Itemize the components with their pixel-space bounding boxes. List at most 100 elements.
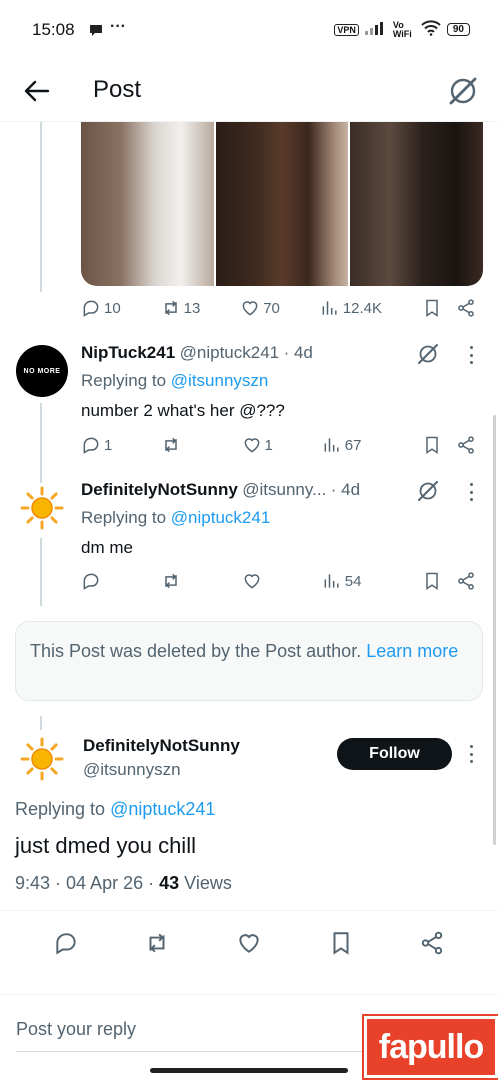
wifi-icon — [421, 20, 441, 39]
share-icon[interactable] — [456, 435, 476, 455]
battery-icon: 90 — [446, 23, 470, 36]
user-handle[interactable]: @itsunnyszn — [83, 760, 181, 780]
repost-icon[interactable] — [144, 930, 170, 956]
sun-icon — [20, 486, 64, 530]
bookmark-icon[interactable] — [422, 435, 442, 455]
reply-input[interactable]: Post your reply — [16, 1019, 136, 1040]
thread-line — [40, 716, 42, 730]
post-time: · 4d — [283, 343, 313, 362]
replying-prefix: Replying to — [15, 799, 106, 819]
post-timestamp[interactable]: 9:43 · 04 Apr 26 · — [15, 873, 154, 893]
deleted-notice-text: This Post was deleted by the Post author… — [30, 641, 362, 661]
user-handle[interactable]: @niptuck241 — [180, 343, 280, 362]
watermark-logo: fapullo — [362, 1014, 498, 1080]
share-icon[interactable] — [456, 298, 476, 318]
display-name[interactable]: DefinitelyNotSunny — [81, 480, 238, 499]
arrow-left-icon[interactable] — [22, 76, 52, 106]
share-icon[interactable] — [456, 571, 476, 591]
replying-prefix: Replying to — [81, 508, 167, 527]
replying-prefix: Replying to — [81, 371, 167, 390]
follow-button[interactable]: Follow — [337, 738, 452, 770]
chat-bubble-icon — [88, 22, 104, 43]
views-count: 43 — [159, 873, 180, 893]
post-text: just dmed you chill — [15, 833, 196, 858]
reply-icon — [83, 300, 99, 317]
replying-to: Replying to @niptuck241 — [81, 508, 270, 528]
signal-icon — [364, 21, 387, 38]
replying-to-link[interactable]: @niptuck241 — [171, 508, 271, 527]
replying-to-link[interactable]: @itsunnyszn — [171, 371, 269, 390]
reply-icon — [83, 573, 99, 590]
bookmark-share-group — [422, 298, 476, 318]
reply-icon[interactable] — [53, 930, 79, 956]
avatar[interactable] — [16, 733, 68, 785]
reply-actions: 54 — [81, 571, 476, 591]
learn-more-link[interactable]: Learn more — [366, 641, 458, 661]
grok-icon[interactable] — [416, 479, 440, 508]
sun-icon — [20, 737, 64, 781]
repost-button[interactable]: 13 — [161, 298, 200, 318]
display-name[interactable]: DefinitelyNotSunny — [83, 736, 240, 756]
views-icon — [324, 438, 339, 452]
share-icon[interactable] — [419, 930, 445, 956]
like-button[interactable]: 1 — [242, 435, 283, 455]
replying-to-link[interactable]: @niptuck241 — [110, 799, 215, 819]
more-options-icon[interactable] — [469, 346, 473, 364]
more-options-icon[interactable] — [469, 483, 473, 501]
divider — [0, 910, 498, 911]
reply-text: number 2 what's her @??? — [81, 401, 285, 420]
scrollbar[interactable] — [493, 415, 496, 845]
thread-line — [40, 122, 42, 292]
avatar[interactable]: NO MORE — [16, 345, 68, 397]
bookmark-icon[interactable] — [422, 298, 442, 318]
more-options-icon[interactable] — [469, 745, 473, 763]
avatar[interactable] — [16, 482, 68, 534]
status-time: 15:08 — [32, 20, 75, 39]
media-image-3[interactable] — [350, 122, 483, 286]
reply-button[interactable]: 1 — [81, 435, 122, 455]
reply-actions: 1 1 67 — [81, 435, 476, 455]
media-image-1[interactable] — [81, 122, 214, 286]
repost-button[interactable] — [161, 571, 202, 591]
reply-text: dm me — [81, 538, 133, 557]
views-count: 67 — [344, 436, 362, 454]
grok-icon[interactable] — [446, 74, 480, 108]
media-image-2[interactable] — [215, 122, 349, 286]
grok-icon[interactable] — [416, 342, 440, 371]
like-count: 1 — [264, 436, 273, 454]
home-indicator[interactable] — [150, 1068, 348, 1073]
user-handle[interactable]: @itsunny... — [242, 480, 326, 499]
bookmark-icon[interactable] — [328, 930, 354, 956]
display-name[interactable]: NipTuck241 — [81, 343, 175, 362]
views-button[interactable]: 54 — [322, 571, 383, 591]
views-button[interactable]: 12.4K — [320, 298, 382, 318]
reply-button[interactable] — [81, 571, 122, 591]
media-grid[interactable] — [81, 122, 483, 286]
reply-button[interactable]: 10 — [81, 298, 121, 318]
views-count: 54 — [344, 572, 362, 590]
deleted-post-notice: This Post was deleted by the Post author… — [15, 621, 483, 701]
views-count: 12.4K — [342, 299, 383, 317]
like-button[interactable]: 70 — [240, 298, 280, 318]
views-icon — [324, 574, 339, 588]
repost-icon — [165, 437, 177, 453]
like-count: 70 — [263, 299, 280, 317]
replying-to: Replying to @niptuck241 — [15, 799, 215, 820]
views-button[interactable]: 67 — [322, 435, 383, 455]
media-post-actions: 10 13 70 12.4K — [81, 298, 476, 318]
replying-to: Replying to @itsunnyszn — [81, 371, 268, 391]
page-title: Post — [93, 76, 142, 103]
repost-icon — [165, 573, 177, 589]
more-notifications-icon: ··· — [110, 18, 126, 35]
reply-count: 10 — [104, 299, 121, 317]
like-button[interactable] — [242, 571, 283, 591]
heart-icon — [244, 438, 259, 453]
heart-icon — [242, 301, 258, 316]
heart-icon — [244, 574, 259, 589]
repost-button[interactable] — [161, 435, 202, 455]
post-meta: 9:43 · 04 Apr 26 · 43 Views — [15, 873, 232, 894]
heart-icon[interactable] — [236, 930, 262, 956]
avatar-logo-text: NO MORE — [23, 367, 61, 375]
bookmark-icon[interactable] — [422, 571, 442, 591]
vpn-badge: VPN — [334, 23, 359, 36]
